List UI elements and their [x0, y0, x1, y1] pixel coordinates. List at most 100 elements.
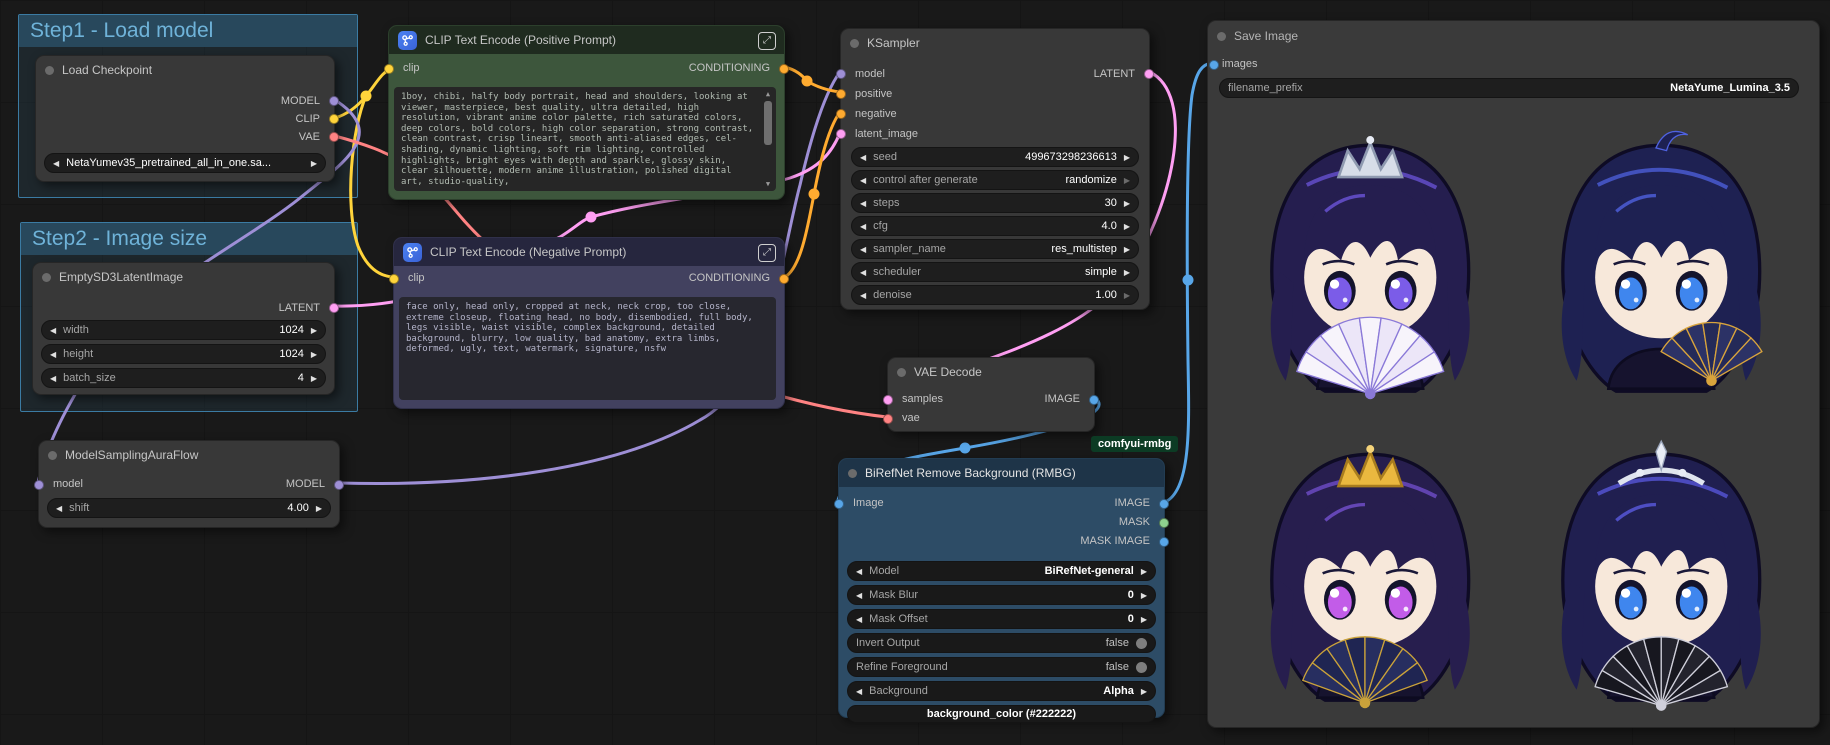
node-clip-negative-header[interactable]: CLIP Text Encode (Negative Prompt) ⤢: [394, 238, 784, 266]
clip-input-port[interactable]: [384, 63, 394, 74]
next-arrow-icon[interactable]: ▶: [1124, 153, 1130, 162]
textarea-scrollbar[interactable]: ▲ ▼: [762, 89, 774, 189]
latent-input-port[interactable]: [836, 129, 846, 139]
prev-arrow-icon[interactable]: ◀: [860, 268, 866, 277]
conditioning-output-port[interactable]: [779, 273, 789, 284]
negative-prompt-textarea[interactable]: face only, head only, cropped at neck, n…: [399, 297, 776, 400]
vae-input-port[interactable]: [883, 413, 893, 424]
vae-output-port[interactable]: [329, 132, 339, 142]
next-arrow-icon[interactable]: ▶: [316, 504, 322, 513]
refine-foreground-toggle[interactable]: Refine Foreground false: [847, 657, 1156, 677]
next-arrow-icon[interactable]: ▶: [1141, 687, 1147, 696]
node-save-image-header[interactable]: Save Image: [1208, 21, 1819, 51]
denoise-widget[interactable]: ◀ denoise 1.00 ▶: [851, 285, 1139, 305]
control-after-generate-widget[interactable]: ◀ control after generate randomize ▶: [851, 170, 1139, 190]
mask-image-output-port[interactable]: [1159, 536, 1169, 547]
conditioning-output-port[interactable]: [779, 63, 789, 74]
image-input-port[interactable]: [834, 498, 844, 509]
prev-arrow-icon[interactable]: ◀: [860, 222, 866, 231]
node-clip-positive[interactable]: CLIP Text Encode (Positive Prompt) ⤢ cli…: [384, 25, 789, 200]
scrollbar-thumb[interactable]: [764, 101, 772, 145]
prev-arrow-icon[interactable]: ◀: [53, 159, 59, 168]
node-load-checkpoint[interactable]: Load Checkpoint MODEL CLIP VAE ◀ NetaYum…: [35, 55, 339, 182]
cfg-widget[interactable]: ◀ cfg 4.0 ▶: [851, 216, 1139, 236]
group-step2-title[interactable]: Step2 - Image size: [21, 223, 357, 255]
mask-offset-widget[interactable]: ◀ Mask Offset 0 ▶: [847, 609, 1156, 629]
seed-widget[interactable]: ◀ seed 499673298236613 ▶: [851, 147, 1139, 167]
model-output-port[interactable]: [334, 479, 344, 490]
prev-arrow-icon[interactable]: ◀: [56, 504, 62, 513]
background-color-button[interactable]: background_color (#222222): [847, 705, 1156, 723]
scroll-down-icon[interactable]: ▼: [762, 179, 774, 189]
next-arrow-icon[interactable]: ▶: [1124, 291, 1130, 300]
node-model-sampling-auraflow[interactable]: ModelSamplingAuraFlow model MODEL ◀ shif…: [34, 440, 344, 528]
next-arrow-icon[interactable]: ▶: [311, 159, 317, 168]
next-arrow-icon[interactable]: ▶: [1124, 176, 1130, 185]
image-input-port[interactable]: [1209, 59, 1219, 70]
scheduler-widget[interactable]: ◀ scheduler simple ▶: [851, 262, 1139, 282]
node-clip-positive-header[interactable]: CLIP Text Encode (Positive Prompt) ⤢: [389, 26, 784, 54]
scroll-up-icon[interactable]: ▲: [762, 89, 774, 99]
node-save-image[interactable]: Save Image images filename_prefix NetaYu…: [1207, 20, 1820, 728]
prev-arrow-icon[interactable]: ◀: [860, 176, 866, 185]
conditioning-input-port[interactable]: [836, 109, 846, 119]
clip-output-port[interactable]: [329, 114, 339, 124]
prev-arrow-icon[interactable]: ◀: [856, 567, 862, 576]
positive-prompt-textarea[interactable]: 1boy, chibi, halfy body portrait, head a…: [394, 87, 776, 191]
node-empty-latent[interactable]: EmptySD3LatentImage LATENT ◀ width 1024 …: [32, 262, 339, 395]
prev-arrow-icon[interactable]: ◀: [856, 687, 862, 696]
filename-prefix-widget[interactable]: filename_prefix NetaYume_Lumina_3.5: [1219, 78, 1799, 98]
node-vae-decode[interactable]: VAE Decode samples IMAGE vae: [883, 357, 1099, 432]
expand-icon[interactable]: ⤢: [758, 244, 776, 262]
node-empty-latent-header[interactable]: EmptySD3LatentImage: [33, 263, 334, 291]
image-output-port[interactable]: [1159, 498, 1169, 509]
latent-output-port[interactable]: [1144, 69, 1154, 79]
prev-arrow-icon[interactable]: ◀: [50, 326, 56, 335]
width-widget[interactable]: ◀ width 1024 ▶: [41, 320, 326, 340]
next-arrow-icon[interactable]: ▶: [1141, 615, 1147, 624]
node-msaf-header[interactable]: ModelSamplingAuraFlow: [39, 441, 339, 469]
model-output-port[interactable]: [329, 96, 339, 106]
batch-size-widget[interactable]: ◀ batch_size 4 ▶: [41, 368, 326, 388]
next-arrow-icon[interactable]: ▶: [311, 374, 317, 383]
prev-arrow-icon[interactable]: ◀: [860, 199, 866, 208]
node-ksampler-header[interactable]: KSampler: [841, 29, 1149, 57]
group-step1-title[interactable]: Step1 - Load model: [19, 15, 357, 47]
node-load-checkpoint-header[interactable]: Load Checkpoint: [36, 56, 334, 84]
prev-arrow-icon[interactable]: ◀: [860, 245, 866, 254]
node-graph-canvas[interactable]: Step1 - Load model Step2 - Image size Lo…: [0, 0, 1830, 745]
model-input-port[interactable]: [34, 479, 44, 490]
next-arrow-icon[interactable]: ▶: [311, 350, 317, 359]
toggle-knob[interactable]: [1136, 661, 1147, 673]
prev-arrow-icon[interactable]: ◀: [856, 591, 862, 600]
ckpt-name-widget[interactable]: ◀ NetaYumev35_pretrained_all_in_one.sa..…: [44, 153, 326, 173]
model-widget[interactable]: ◀ Model BiRefNet-general ▶: [847, 561, 1156, 581]
clip-input-port[interactable]: [389, 273, 399, 284]
prev-arrow-icon[interactable]: ◀: [860, 291, 866, 300]
next-arrow-icon[interactable]: ▶: [1124, 199, 1130, 208]
node-birefnet-rmbg[interactable]: BiRefNet Remove Background (RMBG) Image …: [834, 458, 1169, 723]
prev-arrow-icon[interactable]: ◀: [856, 615, 862, 624]
next-arrow-icon[interactable]: ▶: [1124, 222, 1130, 231]
latent-input-port[interactable]: [883, 394, 893, 405]
next-arrow-icon[interactable]: ▶: [311, 326, 317, 335]
background-widget[interactable]: ◀ Background Alpha ▶: [847, 681, 1156, 701]
mask-output-port[interactable]: [1159, 517, 1169, 528]
image-output-port[interactable]: [1089, 394, 1099, 405]
mask-blur-widget[interactable]: ◀ Mask Blur 0 ▶: [847, 585, 1156, 605]
node-vae-decode-header[interactable]: VAE Decode: [888, 358, 1094, 386]
next-arrow-icon[interactable]: ▶: [1141, 567, 1147, 576]
node-clip-negative[interactable]: CLIP Text Encode (Negative Prompt) ⤢ cli…: [389, 237, 789, 409]
height-widget[interactable]: ◀ height 1024 ▶: [41, 344, 326, 364]
next-arrow-icon[interactable]: ▶: [1141, 591, 1147, 600]
latent-output-port[interactable]: [329, 303, 339, 313]
invert-output-toggle[interactable]: Invert Output false: [847, 633, 1156, 653]
next-arrow-icon[interactable]: ▶: [1124, 268, 1130, 277]
prev-arrow-icon[interactable]: ◀: [860, 153, 866, 162]
sampler-name-widget[interactable]: ◀ sampler_name res_multistep ▶: [851, 239, 1139, 259]
toggle-knob[interactable]: [1136, 637, 1147, 649]
prev-arrow-icon[interactable]: ◀: [50, 374, 56, 383]
steps-widget[interactable]: ◀ steps 30 ▶: [851, 193, 1139, 213]
node-ksampler[interactable]: KSampler model LATENT positive negative …: [836, 28, 1154, 310]
next-arrow-icon[interactable]: ▶: [1124, 245, 1130, 254]
